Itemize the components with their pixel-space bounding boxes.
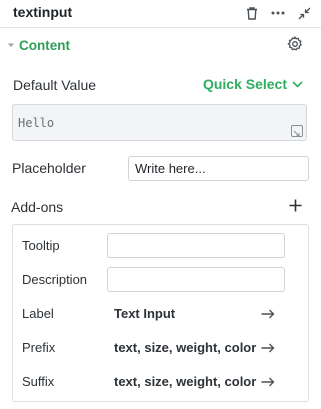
caret-down-icon xyxy=(8,43,14,47)
description-input[interactable] xyxy=(107,267,285,292)
properties-panel: textinput Content Default Value Quick Se… xyxy=(0,0,321,409)
quick-select-dropdown[interactable]: Quick Select xyxy=(203,76,303,92)
tooltip-input[interactable] xyxy=(107,233,285,258)
prefix-row-value: text, size, weight, color xyxy=(114,340,257,355)
gear-icon[interactable] xyxy=(287,35,303,57)
default-value-label: Default Value xyxy=(13,77,97,93)
arrow-right-icon[interactable] xyxy=(261,377,275,387)
label-row-label: Label xyxy=(22,306,54,321)
trash-icon[interactable] xyxy=(243,4,261,22)
content-section-header[interactable]: Content xyxy=(0,32,321,60)
label-row-value: Text Input xyxy=(114,306,176,321)
tooltip-label: Tooltip xyxy=(22,238,60,253)
section-title: Content xyxy=(19,38,70,53)
plus-icon[interactable] xyxy=(289,199,302,217)
default-value-editor[interactable]: Hello xyxy=(12,104,307,141)
panel-header: textinput xyxy=(0,0,321,28)
placeholder-label: Placeholder xyxy=(12,160,86,176)
arrow-right-icon[interactable] xyxy=(261,343,275,353)
suffix-row-value: text, size, weight, color xyxy=(114,374,257,389)
placeholder-value: Write here... xyxy=(135,161,206,176)
placeholder-input[interactable]: Write here... xyxy=(128,156,309,181)
addons-label: Add-ons xyxy=(11,199,64,215)
expand-icon[interactable] xyxy=(291,125,303,137)
default-value-text: Hello xyxy=(18,116,55,130)
more-icon[interactable] xyxy=(269,4,287,22)
component-title: textinput xyxy=(13,4,73,20)
header-actions xyxy=(243,4,313,22)
arrow-right-icon[interactable] xyxy=(261,309,275,319)
prefix-row-label: Prefix xyxy=(22,340,56,355)
chevron-down-icon xyxy=(292,80,303,88)
suffix-row-label: Suffix xyxy=(22,374,55,389)
quick-select-label: Quick Select xyxy=(202,76,287,92)
description-label: Description xyxy=(22,272,88,287)
addons-group: Tooltip Description Label Text Input Pre… xyxy=(12,224,309,402)
collapse-icon[interactable] xyxy=(295,4,313,22)
